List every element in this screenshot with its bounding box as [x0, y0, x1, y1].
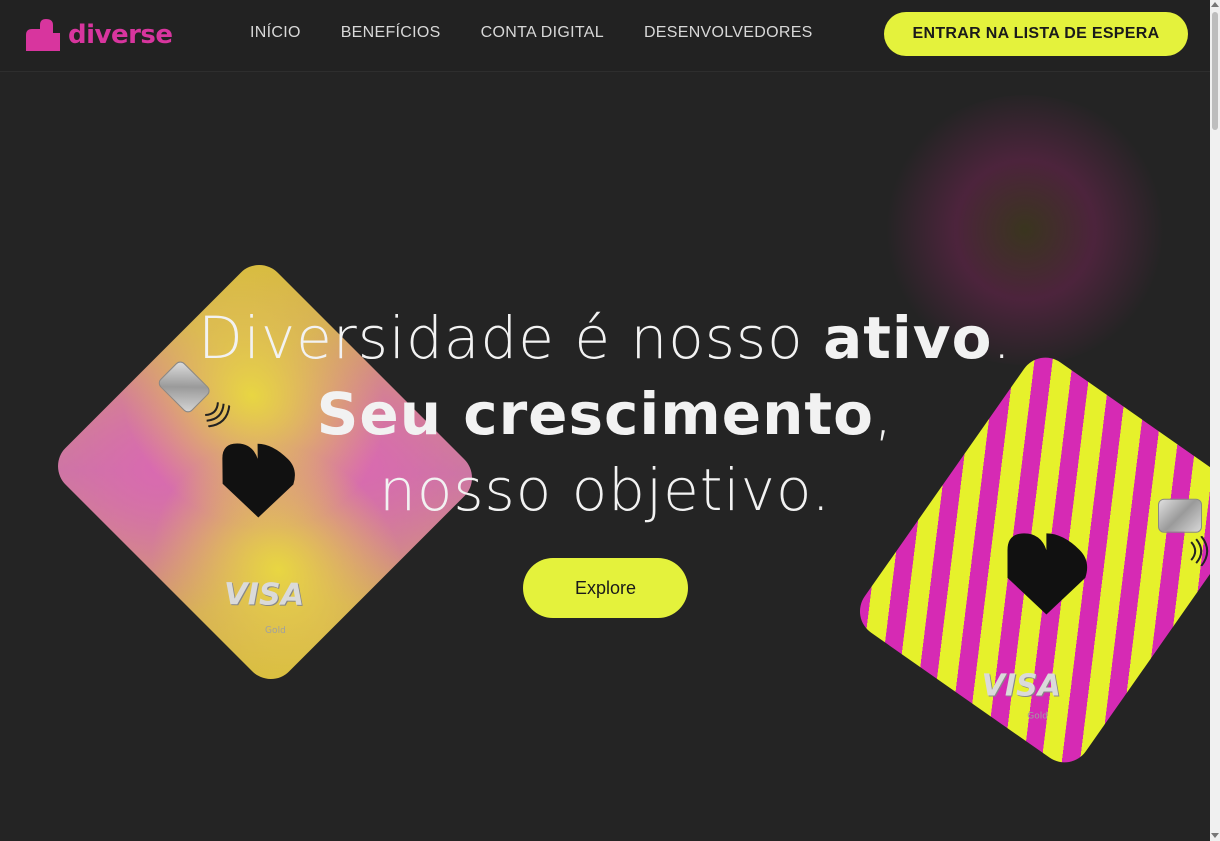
header: diverse INÍCIO BENEFÍCIOS CONTA DIGITAL …	[0, 0, 1210, 72]
nav-item-desenvolvedores[interactable]: DESENVOLVEDORES	[644, 24, 813, 42]
waitlist-button[interactable]: ENTRAR NA LISTA DE ESPERA	[884, 12, 1188, 56]
nav-item-conta-digital[interactable]: CONTA DIGITAL	[481, 24, 604, 42]
diverse-logo-icon	[26, 19, 60, 51]
contactless-icon	[1190, 536, 1209, 567]
visa-logo: VISA	[981, 668, 1061, 704]
page: VISA Gold VISA Gold Diversidade é nosso …	[0, 0, 1210, 841]
explore-button[interactable]: Explore	[523, 558, 688, 618]
hero-line-1-end: .	[992, 304, 1012, 372]
hero-line-1: Diversidade é nosso ativo.	[0, 300, 1210, 376]
visa-logo: VISA	[223, 576, 305, 613]
hero-line-2-end: ,	[873, 380, 894, 448]
heart-logo-icon	[1007, 533, 1088, 615]
scrollbar[interactable]	[1210, 0, 1220, 841]
card-tier-label: Gold	[264, 625, 286, 637]
brand-name: diverse	[68, 20, 173, 50]
brand-logo[interactable]: diverse	[26, 18, 173, 52]
scroll-down-arrow[interactable]	[1211, 833, 1219, 838]
hero-line-2: Seu crescimento,	[0, 376, 1210, 452]
scroll-thumb[interactable]	[1212, 12, 1218, 130]
main-nav: INÍCIO BENEFÍCIOS CONTA DIGITAL DESENVOL…	[250, 24, 813, 42]
hero-line-1-bold: ativo	[823, 304, 993, 372]
hero-line-2-bold: Seu crescimento	[316, 380, 874, 448]
hero-line-1-text: Diversidade é nosso	[198, 304, 824, 372]
scroll-up-arrow[interactable]	[1211, 2, 1219, 7]
hero-headline: Diversidade é nosso ativo. Seu crescimen…	[0, 300, 1210, 528]
nav-item-inicio[interactable]: INÍCIO	[250, 24, 301, 42]
card-tier-label: Gold	[1027, 711, 1048, 722]
nav-item-beneficios[interactable]: BENEFÍCIOS	[341, 24, 441, 42]
hero-line-3: nosso objetivo.	[379, 456, 831, 524]
